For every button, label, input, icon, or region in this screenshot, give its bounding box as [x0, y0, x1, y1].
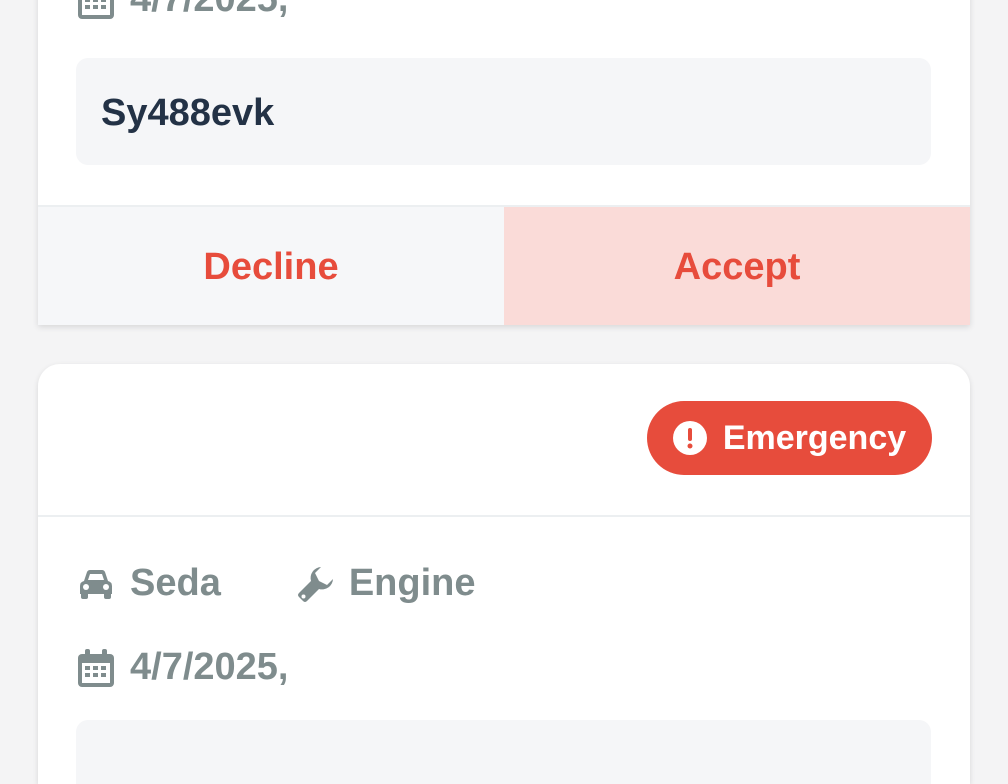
card-header: Emergency: [38, 364, 970, 517]
calendar-icon: [78, 648, 114, 687]
note-box: Sy488evk: [76, 58, 931, 165]
service-label: Engine: [348, 562, 476, 604]
date-text: 4/7/2025,: [130, 646, 289, 688]
action-bar: Decline Accept: [38, 205, 970, 325]
vehicle-service-row: Seda Engine: [78, 562, 476, 605]
note-box: [76, 720, 931, 784]
car-icon: [78, 569, 114, 599]
vehicle-label: Seda: [130, 562, 221, 604]
service-item: Engine: [297, 562, 476, 605]
wrench-icon: [297, 565, 335, 603]
vehicle-item: Seda: [78, 562, 221, 605]
note-text: Sy488evk: [101, 92, 275, 134]
emergency-badge: Emergency: [647, 401, 932, 475]
request-card-1: 4/7/2025, Sy488evk Decline Accept: [38, 0, 970, 325]
date-row: 4/7/2025,: [78, 646, 288, 689]
badge-label: Emergency: [722, 418, 907, 457]
date-text: 4/7/2025,: [130, 0, 288, 21]
exclamation-circle-icon: [672, 421, 707, 455]
decline-button[interactable]: Decline: [38, 207, 504, 325]
request-card-2: Emergency Seda Engine 4/7/2025,: [38, 364, 970, 784]
date-row: 4/7/2025,: [78, 0, 288, 21]
calendar-icon: [78, 0, 114, 19]
accept-button[interactable]: Accept: [504, 207, 970, 325]
